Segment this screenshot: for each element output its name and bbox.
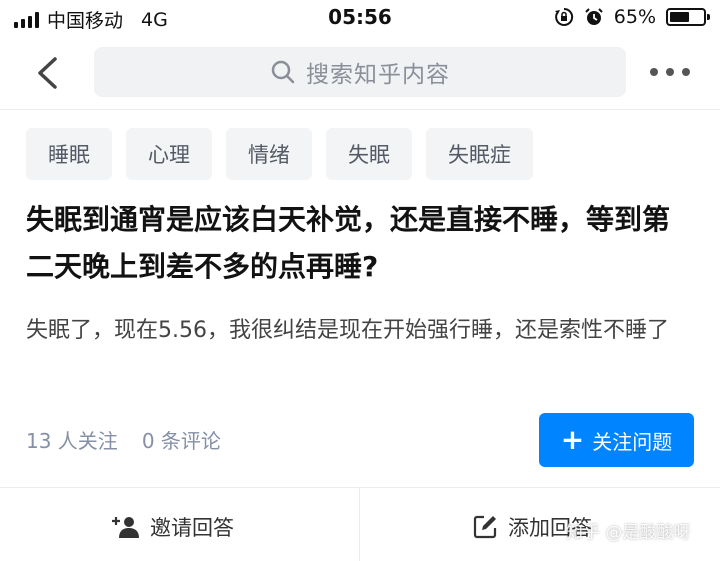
invite-answer-label: 邀请回答 xyxy=(150,516,234,540)
divider xyxy=(359,488,360,561)
chevron-left-icon xyxy=(38,57,57,89)
follower-count[interactable]: 13 人关注 xyxy=(26,425,118,454)
back-button[interactable] xyxy=(24,50,70,96)
follow-button-label: 关注问题 xyxy=(592,429,673,454)
more-dot xyxy=(666,68,674,76)
follow-question-button[interactable]: + 关注问题 xyxy=(539,413,694,467)
plus-icon: + xyxy=(560,423,585,456)
topic-tag[interactable]: 失眠症 xyxy=(426,128,533,180)
divider xyxy=(0,487,720,488)
status-bar: 中国移动 4G 05:56 65% xyxy=(0,0,720,36)
more-dot xyxy=(650,68,658,76)
more-button[interactable] xyxy=(650,60,690,84)
topic-tags: 睡眠 心理 情绪 失眠 失眠症 xyxy=(26,128,533,180)
search-icon xyxy=(271,60,295,84)
question-meta: 13 人关注 0 条评论 xyxy=(26,425,221,454)
question-detail[interactable]: 失眠了，现在5.56，我很纠结是现在开始强行睡，还是索性不睡了 xyxy=(26,312,698,350)
status-right: 65% xyxy=(554,6,710,28)
watermark: 知乎 @是酸酸呀 xyxy=(566,523,691,543)
search-placeholder: 搜索知乎内容 xyxy=(306,62,450,88)
topic-tag[interactable]: 心理 xyxy=(126,128,212,180)
battery-percent: 65% xyxy=(613,6,656,28)
question-title: 失眠到通宵是应该白天补觉，还是直接不睡，等到第二天晚上到差不多的点再睡? xyxy=(26,203,671,283)
rotation-lock-icon xyxy=(554,7,573,26)
more-dot xyxy=(682,68,690,76)
edit-icon xyxy=(473,515,497,539)
topic-tag[interactable]: 失眠 xyxy=(326,128,412,180)
topic-tag[interactable]: 睡眠 xyxy=(26,128,112,180)
alarm-icon xyxy=(585,8,603,25)
topic-tag[interactable]: 情绪 xyxy=(226,128,312,180)
invite-answer-button[interactable]: 邀请回答 xyxy=(110,498,234,556)
battery-icon xyxy=(666,8,710,26)
comment-count[interactable]: 0 条评论 xyxy=(142,425,221,454)
add-person-icon xyxy=(112,517,139,538)
battery-fill xyxy=(670,12,690,22)
search-input[interactable]: 搜索知乎内容 xyxy=(94,47,626,97)
nav-bar: 搜索知乎内容 xyxy=(0,36,720,110)
